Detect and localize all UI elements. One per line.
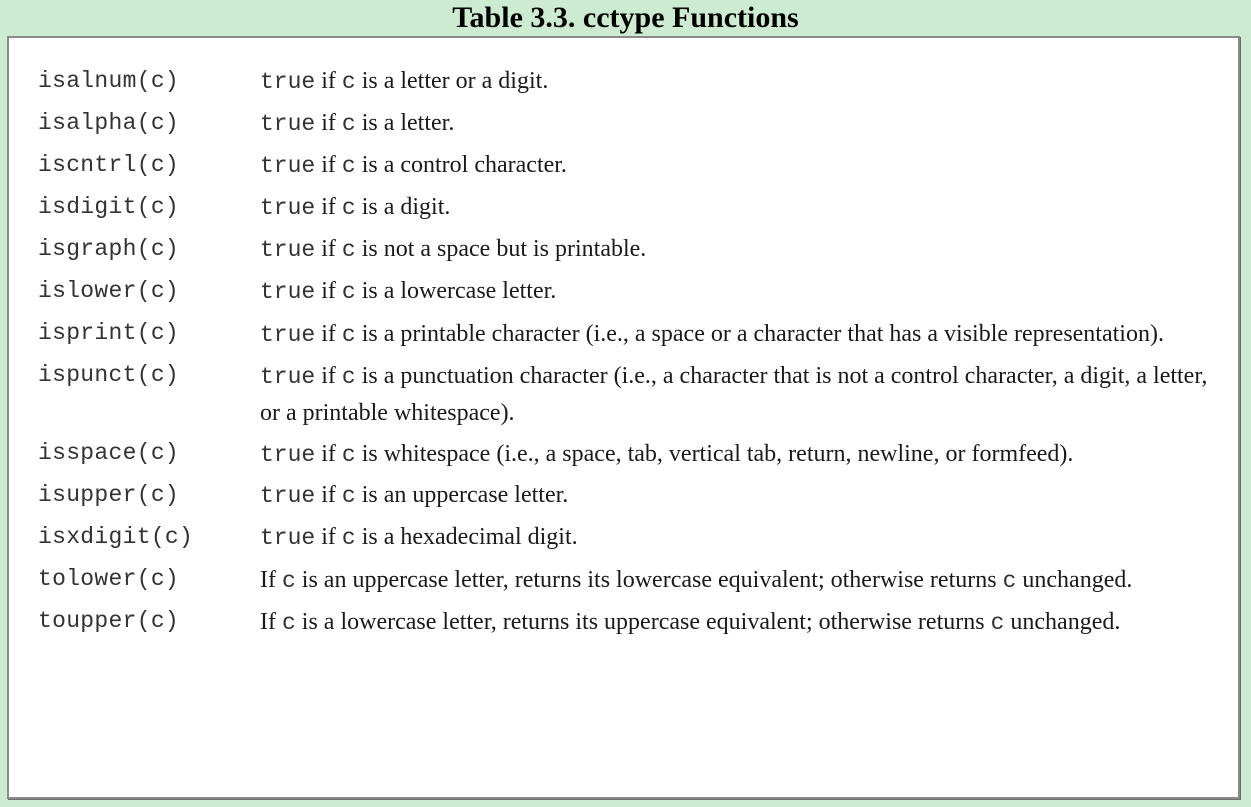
table-frame: isalnum(c) true if c is a letter or a dig… [7,36,1240,799]
function-description: true if c is a digit. [233,187,1238,229]
table-row: isprint(c) true if c is a printable chara… [9,313,1238,355]
code-fragment: c [341,237,356,263]
code-fragment: true [260,237,316,263]
code-fragment: c [341,525,356,551]
table-row: iscntrl(c) true if c is a control charact… [9,145,1238,187]
function-name: isgraph(c) [38,236,180,262]
table-row: isalpha(c) true if c is a letter. [9,103,1238,145]
function-description: true if c is whitespace (i.e., a space, … [233,433,1238,475]
code-fragment: c [341,111,356,137]
description-text: is a digit. [355,194,451,220]
table-row: isgraph(c) true if c is not a space but i… [9,229,1238,271]
table-row: isxdigit(c) true if c is a hexadecimal di… [9,517,1238,559]
function-name: isxdigit(c) [38,524,194,550]
description-text: If [260,567,282,593]
function-name: iscntrl(c) [38,152,180,178]
table-row: ispunct(c) true if c is a punctuation cha… [9,355,1238,433]
description-text: If [260,609,282,635]
code-fragment: c [1002,568,1017,594]
description-text: unchanged. [1016,567,1133,593]
table-row: isdigit(c) true if c is a digit. [9,187,1238,229]
code-fragment: true [260,483,316,509]
code-fragment: true [260,279,316,305]
description-text: is an uppercase letter. [355,482,569,508]
description-text: is not a space but is printable. [355,236,647,262]
description-text: if [315,482,342,508]
table-row: tolower(c) If c is an uppercase letter, r… [9,559,1238,601]
function-description: true if c is a hexadecimal digit. [233,517,1238,559]
code-fragment: true [260,525,316,551]
description-text: is a control character. [355,152,567,178]
function-table: isalnum(c) true if c is a letter or a dig… [9,61,1238,643]
function-description: true if c is an uppercase letter. [233,475,1238,517]
function-name: isalpha(c) [38,110,180,136]
code-fragment: true [260,195,316,221]
description-text: is a punctuation character (i.e., a char… [260,363,1208,426]
code-fragment: c [281,610,296,636]
function-name: isupper(c) [38,482,180,508]
code-fragment: c [341,483,356,509]
description-text: if [315,363,342,389]
table-title: Table 3.3. cctype Functions [452,1,799,34]
function-name: toupper(c) [38,608,180,634]
function-description: true if c is a letter. [233,103,1238,145]
description-text: is a hexadecimal digit. [355,524,578,550]
code-fragment: true [260,322,316,348]
code-fragment: true [260,111,316,137]
function-name: isalnum(c) [38,68,180,94]
description-text: if [315,441,342,467]
description-text: is an uppercase letter, returns its lowe… [295,567,1003,593]
description-text: if [315,194,342,220]
table-row: isupper(c) true if c is an uppercase lett… [9,475,1238,517]
function-description: true if c is a lowercase letter. [233,271,1238,313]
description-text: if [315,110,342,136]
code-fragment: c [990,610,1005,636]
function-name: isdigit(c) [38,194,180,220]
description-text: is a printable character (i.e., a space … [355,321,1164,347]
table-row: islower(c) true if c is a lowercase lette… [9,271,1238,313]
code-fragment: c [341,442,356,468]
code-fragment: c [341,322,356,348]
code-fragment: true [260,153,316,179]
function-name: tolower(c) [38,566,180,592]
function-name: isspace(c) [38,440,180,466]
description-text: if [315,524,342,550]
description-text: unchanged. [1004,609,1121,635]
description-text: if [315,68,342,94]
function-description: true if c is not a space but is printabl… [233,229,1238,271]
function-description: true if c is a punctuation character (i.… [233,355,1238,433]
description-text: is a lowercase letter, returns its upper… [295,609,991,635]
function-description: If c is an uppercase letter, returns its… [233,559,1238,601]
table-row: toupper(c) If c is a lowercase letter, re… [9,601,1238,643]
table-row: isspace(c) true if c is whitespace (i.e.,… [9,433,1238,475]
description-text: if [315,321,342,347]
code-fragment: c [341,153,356,179]
function-description: true if c is a control character. [233,145,1238,187]
function-description: If c is a lowercase letter, returns its … [233,601,1238,643]
code-fragment: c [341,195,356,221]
function-name: islower(c) [38,278,180,304]
code-fragment: c [341,279,356,305]
code-fragment: true [260,364,316,390]
description-text: is a letter or a digit. [355,68,549,94]
function-name: ispunct(c) [38,362,180,388]
table-row: isalnum(c) true if c is a letter or a dig… [9,61,1238,103]
description-text: is a lowercase letter. [355,278,557,304]
function-description: true if c is a printable character (i.e.… [233,313,1238,355]
code-fragment: c [341,364,356,390]
function-description: true if c is a letter or a digit. [233,61,1238,103]
code-fragment: true [260,69,316,95]
function-name: isprint(c) [38,320,180,346]
description-text: is whitespace (i.e., a space, tab, verti… [355,441,1074,467]
description-text: if [315,152,342,178]
description-text: if [315,236,342,262]
code-fragment: true [260,442,316,468]
code-fragment: c [341,69,356,95]
description-text: if [315,278,342,304]
description-text: is a letter. [355,110,455,136]
code-fragment: c [281,568,296,594]
